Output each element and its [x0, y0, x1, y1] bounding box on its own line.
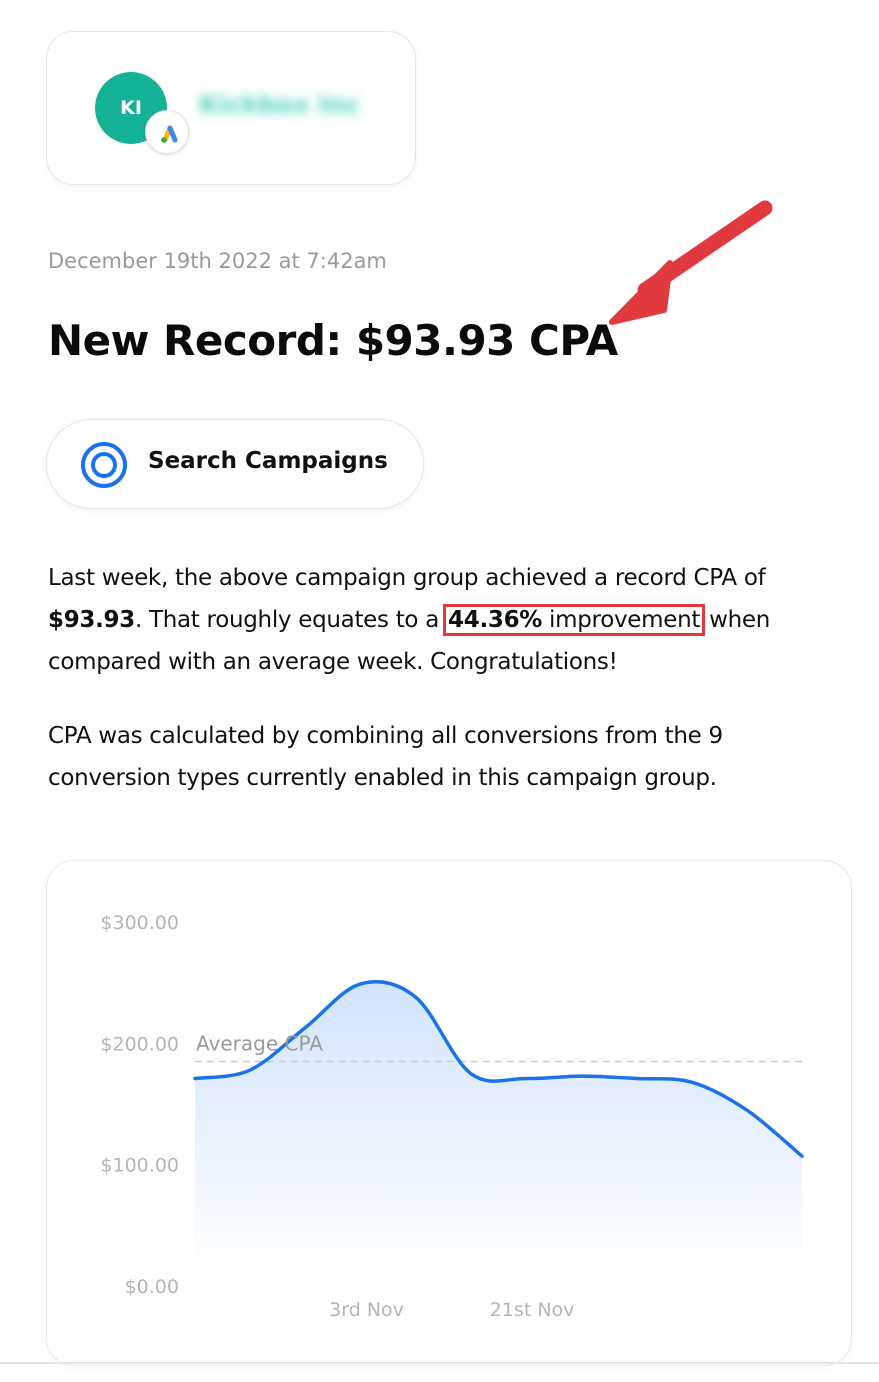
avatar-initials: KI	[120, 97, 142, 119]
campaign-group-chip[interactable]: Search Campaigns	[46, 419, 424, 509]
y-tick-label: $100.00	[100, 1155, 179, 1177]
description-intro: Last week, the above campaign group achi…	[48, 565, 766, 591]
campaign-label: Search Campaigns	[148, 448, 388, 474]
x-tick-label: 21st Nov	[490, 1299, 575, 1321]
description-middle: . That roughly equates to a	[134, 607, 447, 633]
cpa-value: $93.93	[48, 607, 135, 633]
divider	[0, 1362, 879, 1364]
y-tick-label: $0.00	[125, 1276, 179, 1298]
improvement-word: improvement	[542, 607, 701, 633]
improvement-highlight: 44.36% improvement	[443, 604, 706, 636]
account-card[interactable]: KI Kickbox Inc	[46, 31, 416, 185]
annotation-arrow-icon	[609, 200, 773, 325]
timestamp: December 19th 2022 at 7:42am	[48, 249, 387, 273]
x-tick-label: 3rd Nov	[329, 1299, 404, 1321]
improvement-value: 44.36%	[448, 607, 543, 633]
y-tick-label: $300.00	[100, 912, 179, 934]
calculation-note: CPA was calculated by combining all conv…	[48, 723, 723, 791]
target-icon	[81, 442, 127, 488]
cpa-area-fill	[195, 981, 802, 1256]
record-description: Last week, the above campaign group achi…	[48, 557, 848, 683]
google-ads-icon	[145, 110, 189, 154]
page-title: New Record: $93.93 CPA	[48, 316, 618, 365]
cpa-chart-card: $0.00 $100.00 $200.00 $300.00 Average CPA 3…	[46, 860, 852, 1366]
y-tick-label: $200.00	[100, 1033, 179, 1055]
average-cpa-label: Average CPA	[196, 1032, 323, 1056]
cpa-chart: $0.00 $100.00 $200.00 $300.00 Average CPA 3…	[100, 912, 804, 1321]
account-name: Kickbox Inc	[199, 90, 361, 119]
